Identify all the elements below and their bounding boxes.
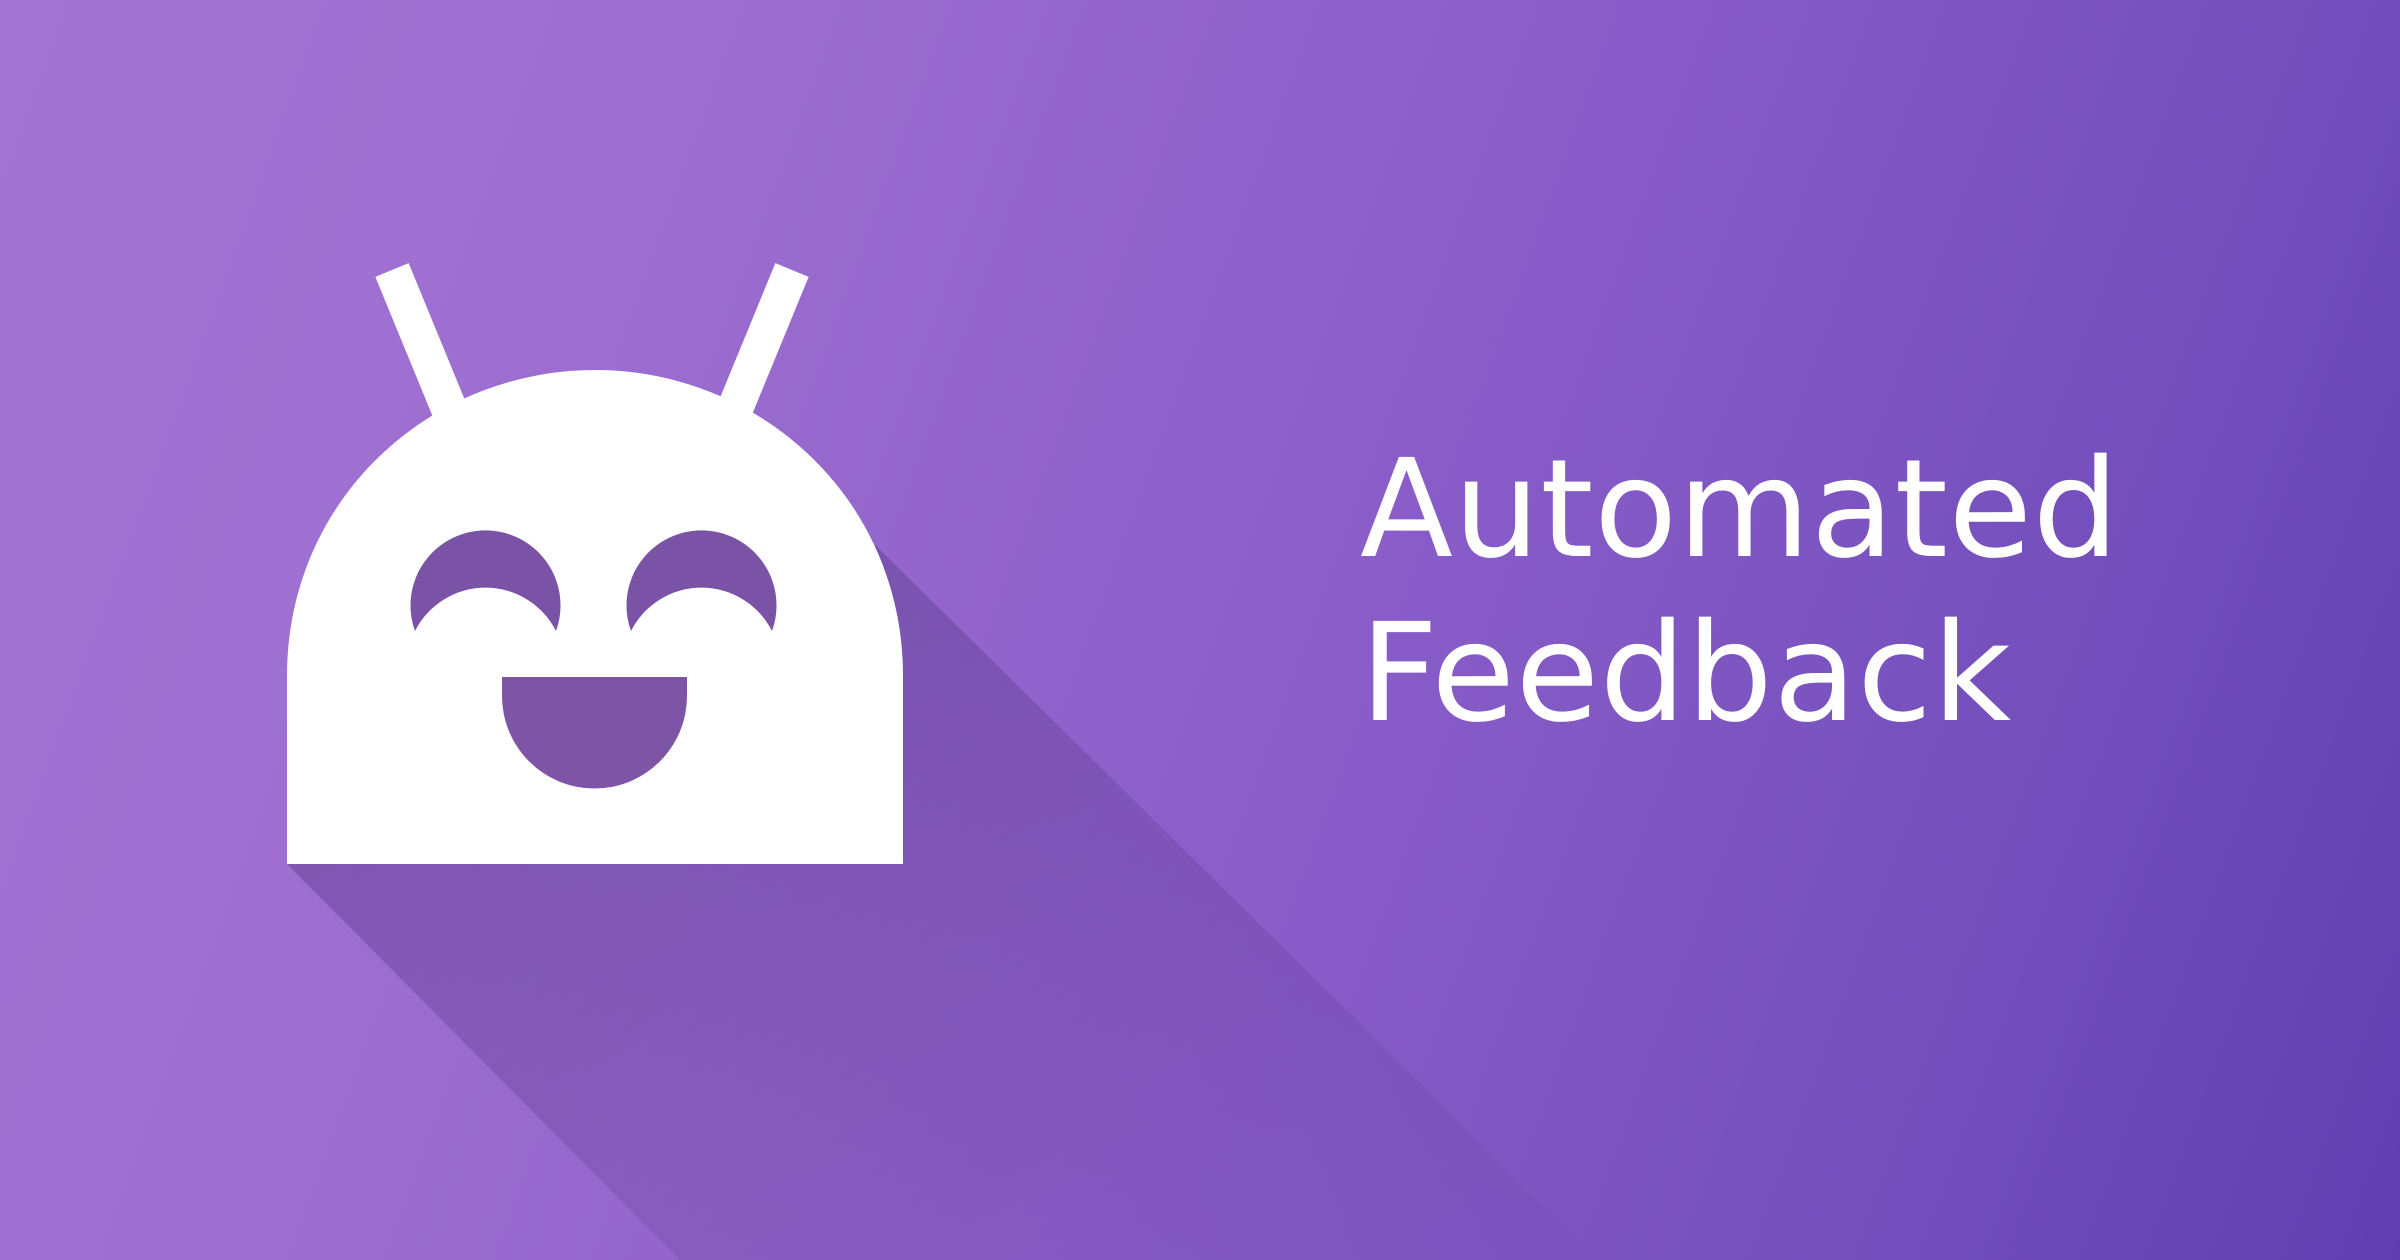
left-antenna xyxy=(375,263,469,423)
right-antenna xyxy=(715,263,809,423)
title-line-2: Feedback xyxy=(1360,595,2012,753)
mascot-head xyxy=(287,370,903,864)
feedback-banner: Automated Feedback xyxy=(0,0,2400,1260)
title-line-1: Automated xyxy=(1360,431,2120,589)
mascot-icon xyxy=(287,263,903,864)
banner-title: Automated Feedback xyxy=(1360,428,2180,756)
